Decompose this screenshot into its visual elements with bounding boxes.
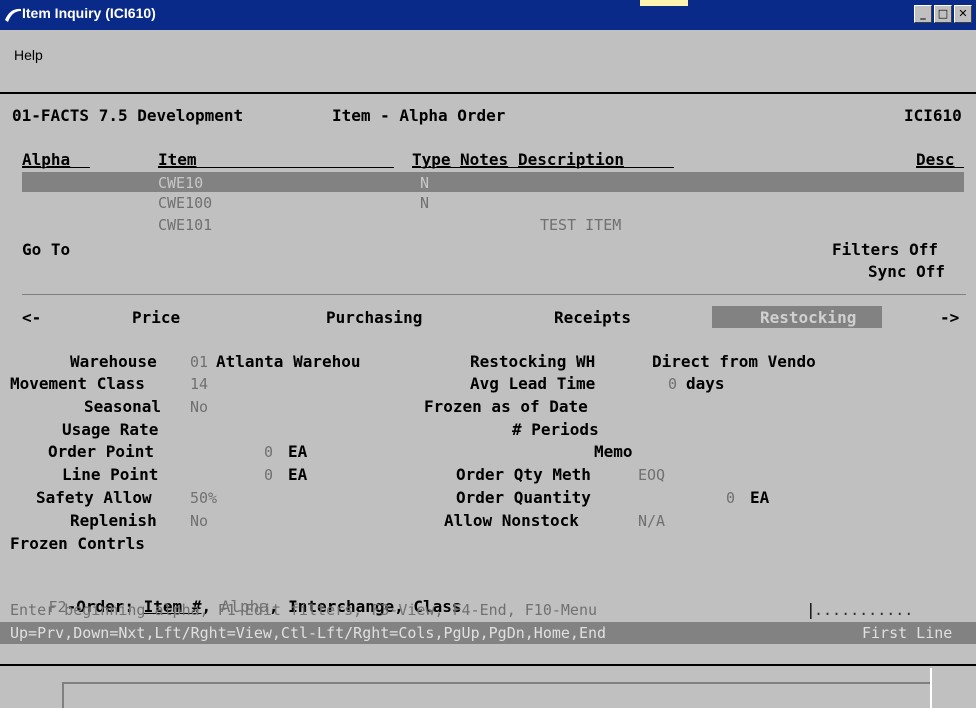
alpha-input[interactable]: ........... [814, 601, 913, 619]
row-description: TEST ITEM [540, 216, 622, 234]
order-point-label: Order Point [48, 442, 154, 461]
safety-allow-value[interactable]: 50% [190, 489, 217, 507]
view-title: Item - Alpha Order [332, 106, 506, 125]
status-line: Up=Prv,Down=Nxt,Lft/Rght=View,Ctl-Lft/Rg… [10, 624, 607, 642]
seasonal-label: Seasonal [84, 397, 162, 416]
avg-lead-time-unit: days [686, 374, 725, 393]
warehouse-name: Atlanta Warehou [216, 352, 361, 371]
movement-class-value[interactable]: 14 [190, 375, 208, 393]
window-title: Item Inquiry (ICI610) [22, 5, 156, 21]
screen-top-border [0, 92, 976, 94]
window-titlebar: Item Inquiry (ICI610) _ □ ✕ [0, 0, 976, 30]
sync-status: Sync Off [868, 262, 946, 281]
restocking-wh-label: Restocking WH [470, 352, 596, 371]
title-accent [640, 0, 688, 6]
line-point-label: Line Point [62, 465, 159, 484]
status-right: First Line [862, 624, 953, 642]
company-name: 01-FACTS 7.5 Development [12, 106, 244, 125]
order-quantity-unit: EA [750, 488, 770, 507]
help-line: Enter beginning alpha, F1-Edit filters, … [10, 601, 597, 619]
row-item: CWE10 [158, 174, 204, 192]
safety-allow-label: Safety Allow [36, 488, 152, 507]
frozen-controls-label: Frozen Contrls [10, 534, 145, 553]
order-quantity-value[interactable]: 0 [726, 489, 735, 507]
tab-receipts[interactable]: Receipts [554, 308, 631, 327]
replenish-value[interactable]: No [190, 512, 208, 530]
tab-price[interactable]: Price [132, 308, 180, 327]
line-point-unit: EA [288, 465, 308, 484]
restocking-wh-value[interactable]: Direct from Vendo [652, 352, 816, 371]
window-controls: _ □ ✕ [914, 5, 972, 23]
order-quantity-label: Order Quantity [456, 488, 591, 507]
allow-nonstock-value[interactable]: N/A [638, 512, 665, 530]
row-type: N [420, 194, 430, 212]
frozen-as-of-label: Frozen as of Date [424, 397, 588, 416]
order-qty-meth-label: Order Qty Meth [456, 465, 591, 484]
avg-lead-time-label: Avg Lead Time [470, 374, 596, 393]
goto-label[interactable]: Go To [22, 240, 70, 259]
seasonal-value[interactable]: No [190, 398, 208, 416]
message-box[interactable] [62, 682, 932, 708]
line-point-value[interactable]: 0 [264, 466, 273, 484]
divider [22, 294, 966, 295]
avg-lead-time-value[interactable]: 0 [668, 375, 677, 393]
minimize-icon[interactable]: _ [914, 5, 932, 23]
close-icon[interactable]: ✕ [954, 5, 972, 23]
row-item: CWE101 [158, 216, 213, 234]
row-type: N [420, 174, 430, 192]
warehouse-code[interactable]: 01 [190, 353, 208, 371]
replenish-label: Replenish [70, 511, 157, 530]
periods-label: # Periods [512, 420, 599, 439]
menu-help[interactable]: Help [14, 47, 43, 63]
order-qty-meth-value[interactable]: EOQ [638, 466, 665, 484]
tab-purchasing[interactable]: Purchasing [326, 308, 422, 327]
movement-class-label: Movement Class [10, 374, 145, 393]
tab-restocking[interactable]: Restocking [760, 308, 856, 327]
row-item: CWE100 [158, 194, 213, 212]
tab-prev-arrow[interactable]: <- [22, 308, 41, 327]
usage-rate-label: Usage Rate [62, 420, 159, 439]
allow-nonstock-label: Allow Nonstock [444, 511, 579, 530]
panel-edge [930, 668, 932, 708]
warehouse-label: Warehouse [70, 352, 157, 371]
menu-bar: Help [0, 30, 976, 66]
order-point-value[interactable]: 0 [264, 443, 273, 461]
app-icon [5, 8, 21, 22]
tab-next-arrow[interactable]: -> [940, 308, 959, 327]
filters-status: Filters Off [832, 240, 938, 259]
memo-label: Memo [594, 442, 633, 461]
order-point-unit: EA [288, 442, 308, 461]
program-code: ICI610 [904, 106, 962, 125]
maximize-icon[interactable]: □ [934, 5, 952, 23]
